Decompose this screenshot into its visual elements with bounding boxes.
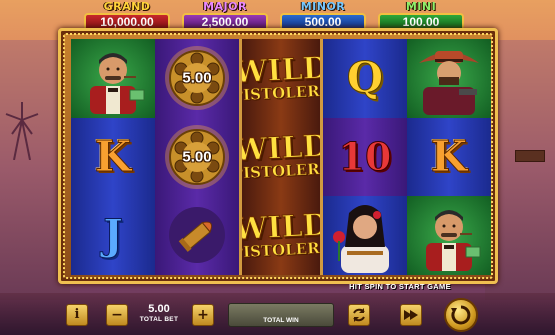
reel-cell-r2c4: 10 xyxy=(323,117,407,197)
autoplay-button[interactable] xyxy=(348,304,370,326)
reel-cell-r1c1 xyxy=(71,39,155,118)
reel-grid: 5.00 WILD PISTOLERO Q K 5.00 WILD PISTOL… xyxy=(71,39,491,275)
reel-cell-r3c1: J xyxy=(71,196,155,275)
gunslinger-icon xyxy=(419,51,479,116)
bandit-man-icon xyxy=(426,210,481,272)
revolver-cylinder-icon: 5.00 xyxy=(162,43,232,113)
windmill-icon xyxy=(5,102,39,160)
cylinder-value: 5.00 xyxy=(182,69,212,87)
total-bet-display: 5.00 TOTAL BET xyxy=(130,302,188,328)
wild-sub: PISTOLERO xyxy=(239,81,323,105)
reel-cell-r1c4: Q xyxy=(323,39,407,118)
info-button[interactable]: i xyxy=(66,304,88,326)
symbol-j: J xyxy=(103,210,124,260)
wild-icon: WILD PISTOLERO xyxy=(239,128,323,183)
wild-icon: WILD PISTOLERO xyxy=(239,50,323,105)
bet-increase-button[interactable]: + xyxy=(192,304,214,326)
spin-hint: HIT SPIN TO START GAME xyxy=(349,282,451,291)
total-bet-label: TOTAL BET xyxy=(139,316,179,323)
reel-cell-r3c4 xyxy=(323,196,407,275)
revolver-cylinder-icon: 5.00 xyxy=(162,122,232,192)
spin-icon xyxy=(451,305,471,325)
spin-button[interactable] xyxy=(444,298,478,332)
jackpot-minor-label: MINOR xyxy=(300,0,346,13)
bet-decrease-button[interactable]: − xyxy=(106,304,128,326)
reel-cell-r2c3: WILD PISTOLERO xyxy=(239,117,323,197)
reel-cell-r1c2: 5.00 xyxy=(155,39,239,118)
saloon-sign-icon xyxy=(515,150,545,162)
senorita-icon xyxy=(333,205,389,274)
jackpot-major-label: MAJOR xyxy=(203,0,247,13)
bullet-icon xyxy=(169,207,225,264)
total-bet-value: 5.00 xyxy=(148,303,170,315)
wild-icon: WILD PISTOLERO xyxy=(239,207,323,262)
reel-cell-r3c5 xyxy=(407,196,491,275)
reel-cell-r3c3: WILD PISTOLERO xyxy=(239,196,323,275)
symbol-q: Q xyxy=(346,53,384,103)
turbo-icon xyxy=(404,310,418,320)
bandit-man-icon xyxy=(90,53,145,115)
reel-cell-r3c2 xyxy=(155,196,239,275)
reel-frame: 5.00 WILD PISTOLERO Q K 5.00 WILD PISTOL… xyxy=(58,28,498,284)
reel-cell-r2c2: 5.00 xyxy=(155,117,239,197)
total-win-label: TOTAL WIN xyxy=(263,317,299,324)
cylinder-value: 5.00 xyxy=(182,148,212,166)
autoplay-icon xyxy=(353,308,365,322)
jackpot-mini-label: MINI xyxy=(405,0,437,13)
reel-cell-r1c3: WILD PISTOLERO xyxy=(239,39,323,118)
total-win-display: TOTAL WIN xyxy=(228,303,334,327)
symbol-k: K xyxy=(94,131,132,181)
wild-sub: PISTOLERO xyxy=(239,238,323,262)
wild-sub: PISTOLERO xyxy=(239,159,323,183)
reel-cell-r2c1: K xyxy=(71,117,155,197)
reel-cell-r1c5 xyxy=(407,39,491,118)
reel-cell-r2c5: K xyxy=(407,117,491,197)
jackpot-grand-label: GRAND xyxy=(103,0,151,13)
turbo-button[interactable] xyxy=(400,304,422,326)
symbol-10: 10 xyxy=(338,133,392,179)
symbol-k: K xyxy=(430,131,468,181)
